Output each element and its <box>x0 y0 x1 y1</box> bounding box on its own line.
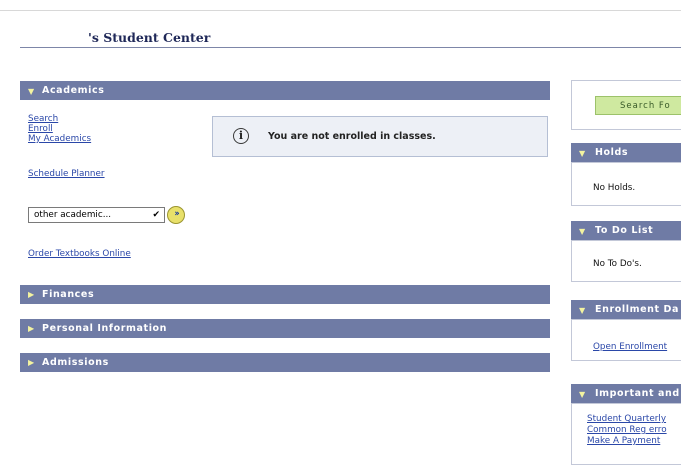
triangle-right-icon: ▶ <box>28 324 35 333</box>
holds-text: No Holds. <box>593 183 636 193</box>
holds-panel: No Holds. <box>571 162 681 206</box>
academic-options-select[interactable]: other academic... ✔ <box>28 207 165 223</box>
triangle-down-icon: ▼ <box>579 390 586 399</box>
enrollment-message: You are not enrolled in classes. <box>268 131 436 142</box>
student-quarterly-link[interactable]: Student Quarterly <box>587 414 666 424</box>
enrollment-message-box: i You are not enrolled in classes. <box>212 116 548 157</box>
personal-information-title: Personal Information <box>42 323 168 334</box>
academics-title: Academics <box>42 85 105 96</box>
schedule-planner-link[interactable]: Schedule Planner <box>28 169 105 179</box>
enrollment-dates-title: Enrollment Da <box>595 304 680 315</box>
todo-text: No To Do's. <box>593 259 642 269</box>
triangle-down-icon: ▼ <box>579 227 586 236</box>
todo-header[interactable]: ▼ To Do List <box>571 221 681 240</box>
triangle-right-icon: ▶ <box>28 358 35 367</box>
common-reg-errors-link[interactable]: Common Reg erro <box>587 425 667 435</box>
search-link[interactable]: Search <box>28 114 58 124</box>
triangle-down-icon: ▼ <box>579 149 586 158</box>
info-circle-icon: i <box>233 128 249 144</box>
enrollment-dates-header[interactable]: ▼ Enrollment Da <box>571 300 681 319</box>
chevron-down-icon: ✔ <box>152 210 160 220</box>
top-divider <box>0 10 681 11</box>
personal-information-header[interactable]: ▶ Personal Information <box>20 319 550 338</box>
double-chevron-right-icon: ›› <box>174 209 180 219</box>
holds-title: Holds <box>595 147 629 158</box>
enroll-link[interactable]: Enroll <box>28 124 53 134</box>
admissions-title: Admissions <box>42 357 109 368</box>
finances-title: Finances <box>42 289 95 300</box>
open-enrollment-link[interactable]: Open Enrollment <box>593 342 667 352</box>
triangle-down-icon: ▼ <box>28 87 35 96</box>
holds-header[interactable]: ▼ Holds <box>571 143 681 162</box>
finances-header[interactable]: ▶ Finances <box>20 285 550 304</box>
triangle-right-icon: ▶ <box>28 290 35 299</box>
go-button[interactable]: ›› <box>167 206 185 224</box>
todo-panel: No To Do's. <box>571 240 681 282</box>
triangle-down-icon: ▼ <box>579 306 586 315</box>
important-links-title: Important and <box>595 388 680 399</box>
academics-header[interactable]: ▼ Academics <box>20 81 550 100</box>
admissions-header[interactable]: ▶ Admissions <box>20 353 550 372</box>
title-underline <box>20 47 681 48</box>
search-for-classes-button[interactable]: Search Fo <box>595 96 681 115</box>
order-textbooks-link[interactable]: Order Textbooks Online <box>28 249 131 259</box>
make-a-payment-link[interactable]: Make A Payment <box>587 436 660 446</box>
important-links-header[interactable]: ▼ Important and <box>571 384 681 403</box>
todo-title: To Do List <box>595 225 654 236</box>
enrollment-dates-panel: Open Enrollment <box>571 319 681 361</box>
page-title: 's Student Center <box>88 30 211 45</box>
my-academics-link[interactable]: My Academics <box>28 134 91 144</box>
important-links-panel: Student Quarterly Common Reg erro Make A… <box>571 403 681 465</box>
select-value: other academic... <box>34 210 112 220</box>
